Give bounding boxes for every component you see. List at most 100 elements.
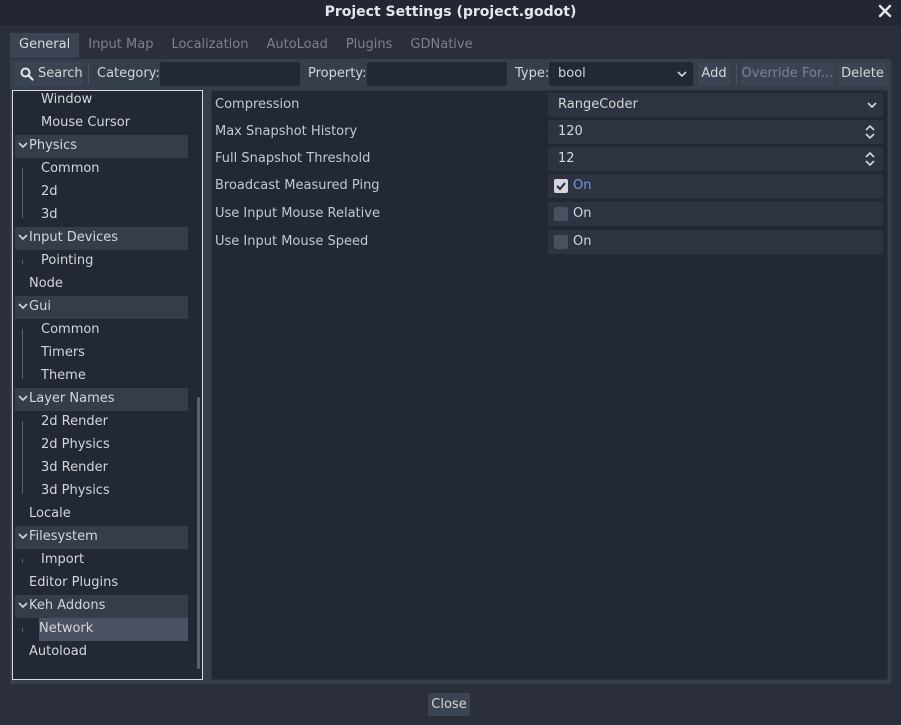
compression-select[interactable]: RangeCoder <box>548 93 883 117</box>
chevron-down-icon[interactable] <box>18 600 28 610</box>
tab-localization[interactable]: Localization <box>162 33 257 58</box>
add-button[interactable]: Add <box>698 62 730 86</box>
use-input-mouse-speed-checkbox[interactable]: On <box>548 230 883 254</box>
tree-item-locale[interactable]: Locale <box>15 503 188 526</box>
checkbox[interactable] <box>554 207 568 221</box>
close-icon[interactable] <box>877 3 893 19</box>
checkbox[interactable] <box>554 235 568 249</box>
tree-item-node[interactable]: Node <box>15 273 188 296</box>
checkbox-state: On <box>573 234 592 249</box>
title-bar: Project Settings (project.godot) <box>0 0 901 25</box>
tree-item-label: Node <box>29 276 63 291</box>
tree-item-label: 2d <box>41 184 58 199</box>
category-input[interactable] <box>160 62 300 86</box>
tree-item-window[interactable]: Window <box>15 91 188 112</box>
tree-item-label: Locale <box>29 506 71 521</box>
tree-item-label: Layer Names <box>29 391 115 406</box>
tree-item-3d-render[interactable]: 3d Render <box>15 457 188 480</box>
tree-item-label: 3d Physics <box>41 483 110 498</box>
tree-item-gui[interactable]: Gui <box>15 296 188 319</box>
chevron-down-icon[interactable] <box>18 531 28 541</box>
tree-item-label: Theme <box>41 368 86 383</box>
tree-item-label: 2d Physics <box>41 437 110 452</box>
delete-button[interactable]: Delete <box>838 62 887 86</box>
max-snapshot-history-value: 120 <box>558 124 583 139</box>
window-title: Project Settings (project.godot) <box>324 4 577 20</box>
tree-item-label: 3d Render <box>41 460 108 475</box>
tree-item-filesystem[interactable]: Filesystem <box>15 526 188 549</box>
tree-item-label: Common <box>41 161 100 176</box>
chevron-down-icon[interactable] <box>18 232 28 242</box>
tree-item-pointing[interactable]: Pointing <box>15 250 188 273</box>
compression-value: RangeCoder <box>558 97 638 112</box>
tree-item-2d-physics[interactable]: 2d Physics <box>15 434 188 457</box>
chevron-down-icon <box>677 71 687 78</box>
tree-item-mouse-cursor[interactable]: Mouse Cursor <box>15 112 188 135</box>
full-snapshot-threshold-label: Full Snapshot Threshold <box>215 151 371 166</box>
tree-item-label: Network <box>39 621 94 636</box>
tree-item-label: Import <box>41 552 85 567</box>
tree-scrollbar[interactable] <box>197 397 200 669</box>
use-input-mouse-relative-label: Use Input Mouse Relative <box>215 206 380 221</box>
property-input[interactable] <box>367 62 507 86</box>
tree-item-3d[interactable]: 3d <box>15 204 188 227</box>
tree-item-label: 2d Render <box>41 414 108 429</box>
type-label: Type: <box>515 66 550 81</box>
tree-item-label: Autoload <box>29 644 87 659</box>
tree-item-theme[interactable]: Theme <box>15 365 188 388</box>
chevron-down-icon[interactable] <box>18 140 28 150</box>
broadcast-measured-ping-checkbox[interactable]: On <box>548 174 883 198</box>
tree-item-gui-common[interactable]: Common <box>15 319 188 342</box>
tree-guide-line <box>22 628 23 632</box>
tree-item-import[interactable]: Import <box>15 549 188 572</box>
tab-general[interactable]: General <box>10 33 80 58</box>
spinner-icon[interactable] <box>865 125 875 139</box>
tree-item-keh-addons[interactable]: Keh Addons <box>15 595 188 618</box>
max-snapshot-history-spinbox[interactable]: 120 <box>548 120 883 144</box>
checkbox-state: On <box>573 206 592 221</box>
section-tree[interactable]: Window Mouse Cursor Physics Common 2d 3d… <box>12 90 203 680</box>
chevron-down-icon[interactable] <box>18 301 28 311</box>
use-input-mouse-speed-label: Use Input Mouse Speed <box>215 234 369 249</box>
use-input-mouse-relative-checkbox[interactable]: On <box>548 202 883 226</box>
compression-label: Compression <box>215 97 300 112</box>
tree-item-physics-common[interactable]: Common <box>15 158 188 181</box>
tree-item-autoload[interactable]: Autoload <box>15 641 188 664</box>
search-button[interactable]: Search <box>14 62 83 86</box>
tab-autoload[interactable]: AutoLoad <box>257 33 336 58</box>
tree-item-timers[interactable]: Timers <box>15 342 188 365</box>
tree-item-editor-plugins[interactable]: Editor Plugins <box>15 572 188 595</box>
full-snapshot-threshold-spinbox[interactable]: 12 <box>548 147 883 171</box>
tree-item-label: Input Devices <box>29 230 119 245</box>
tree-item-physics[interactable]: Physics <box>15 135 188 158</box>
type-select-value: bool <box>558 66 586 81</box>
type-select[interactable]: bool <box>549 62 693 86</box>
tree-item-label: Mouse Cursor <box>41 115 131 130</box>
chevron-down-icon <box>867 102 877 109</box>
tree-item-2d-render[interactable]: 2d Render <box>15 411 188 434</box>
tree-item-network[interactable]: Network <box>39 618 188 641</box>
tab-input-map[interactable]: Input Map <box>79 33 162 58</box>
override-for-button[interactable]: Override For... <box>741 62 834 86</box>
tab-bar: General Input Map Localization AutoLoad … <box>10 33 482 58</box>
tree-item-input-devices[interactable]: Input Devices <box>15 227 188 250</box>
tab-gdnative[interactable]: GDNative <box>401 33 481 58</box>
search-icon <box>20 67 34 81</box>
tree-item-label: Window <box>41 92 93 107</box>
tab-plugins[interactable]: Plugins <box>337 33 402 58</box>
max-snapshot-history-label: Max Snapshot History <box>215 124 358 139</box>
tree-item-2d[interactable]: 2d <box>15 181 188 204</box>
broadcast-measured-ping-label: Broadcast Measured Ping <box>215 178 380 193</box>
spinner-icon[interactable] <box>865 152 875 166</box>
toolbar-separator <box>88 64 89 84</box>
tree-item-label: 3d <box>41 207 58 222</box>
tree-item-label: Pointing <box>41 253 94 268</box>
tree-item-3d-physics[interactable]: 3d Physics <box>15 480 188 503</box>
tree-item-label: Filesystem <box>29 529 98 544</box>
checkbox[interactable] <box>554 179 568 193</box>
full-snapshot-threshold-value: 12 <box>558 151 575 166</box>
close-button[interactable]: Close <box>428 693 470 716</box>
chevron-down-icon[interactable] <box>18 393 28 403</box>
tree-item-layer-names[interactable]: Layer Names <box>15 388 188 411</box>
category-label: Category: <box>97 66 160 81</box>
